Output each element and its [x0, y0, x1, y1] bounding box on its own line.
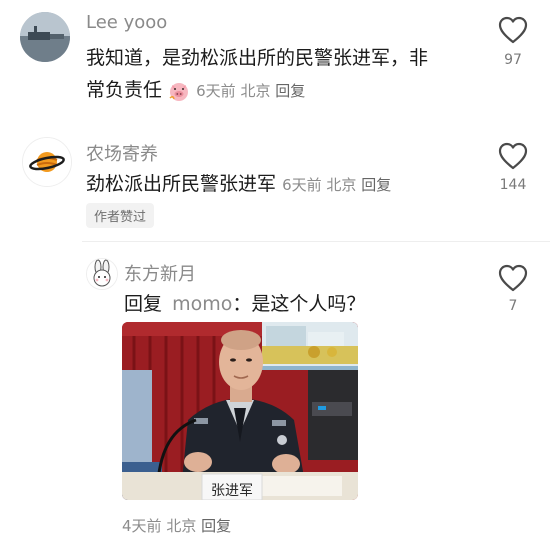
comment-meta: 4天前 北京 回复: [122, 515, 231, 536]
comment-time: 4天前: [122, 517, 162, 535]
comment-text: 我知道，是劲松派出所的民警张进军，非 常负责任 6天前 北京 回复: [86, 42, 456, 107]
comment-text-line: 我知道，是劲松派出所的民警张进军，非: [86, 47, 429, 69]
comment-author[interactable]: 东方新月: [124, 260, 196, 286]
comment-photo[interactable]: 张进军: [122, 322, 358, 500]
reply-prefix: 回复: [124, 293, 163, 315]
comment-author[interactable]: Lee yooo: [86, 12, 167, 33]
like-button[interactable]: [498, 16, 528, 48]
comment-meta: 6天前 北京 回复: [282, 176, 391, 194]
rabbit-avatar-icon: [87, 259, 117, 289]
comment-text: 回复 momo：是这个人吗？: [124, 288, 454, 320]
comment-text: 劲松派出所民警张进军 6天前 北京 回复: [86, 168, 466, 201]
author-liked-badge: 作者赞过: [86, 203, 155, 228]
reply-button[interactable]: 回复: [201, 517, 231, 535]
planet-avatar-icon: [23, 138, 71, 186]
like-button[interactable]: [498, 264, 528, 296]
divider: [82, 241, 550, 242]
comment-text-line: 常负责任: [86, 79, 163, 101]
reply-button[interactable]: 回复: [361, 176, 391, 194]
like-button[interactable]: [498, 142, 528, 174]
pig-face-emoji-icon: [168, 80, 190, 102]
like-heart-icon: [498, 142, 528, 170]
comment-text-line: ：是这个人吗？: [232, 293, 366, 315]
avatar[interactable]: [22, 137, 72, 187]
like-heart-icon: [498, 264, 528, 292]
harbor-avatar-image: [20, 12, 70, 62]
like-heart-icon: [498, 16, 528, 44]
reply-to-user[interactable]: momo: [172, 293, 232, 315]
avatar[interactable]: [20, 12, 70, 62]
like-count: 7: [508, 298, 518, 314]
comment-text-line: 劲松派出所民警张进军: [86, 173, 277, 195]
comment-meta: 6天前 北京 回复: [196, 82, 305, 100]
police-officer-photo: [122, 322, 358, 500]
photo-nameplate: 张进军: [211, 483, 253, 499]
reply-button[interactable]: 回复: [275, 82, 305, 100]
like-count: 97: [504, 52, 522, 68]
comment-location: 北京: [240, 82, 271, 100]
like-count: 144: [499, 177, 527, 193]
comment-time: 6天前: [196, 82, 236, 100]
comment-location: 北京: [326, 176, 357, 194]
comment-location: 北京: [166, 517, 197, 535]
comment-author[interactable]: 农场寄养: [86, 140, 158, 166]
avatar[interactable]: [86, 258, 118, 290]
comment-time: 6天前: [282, 176, 322, 194]
